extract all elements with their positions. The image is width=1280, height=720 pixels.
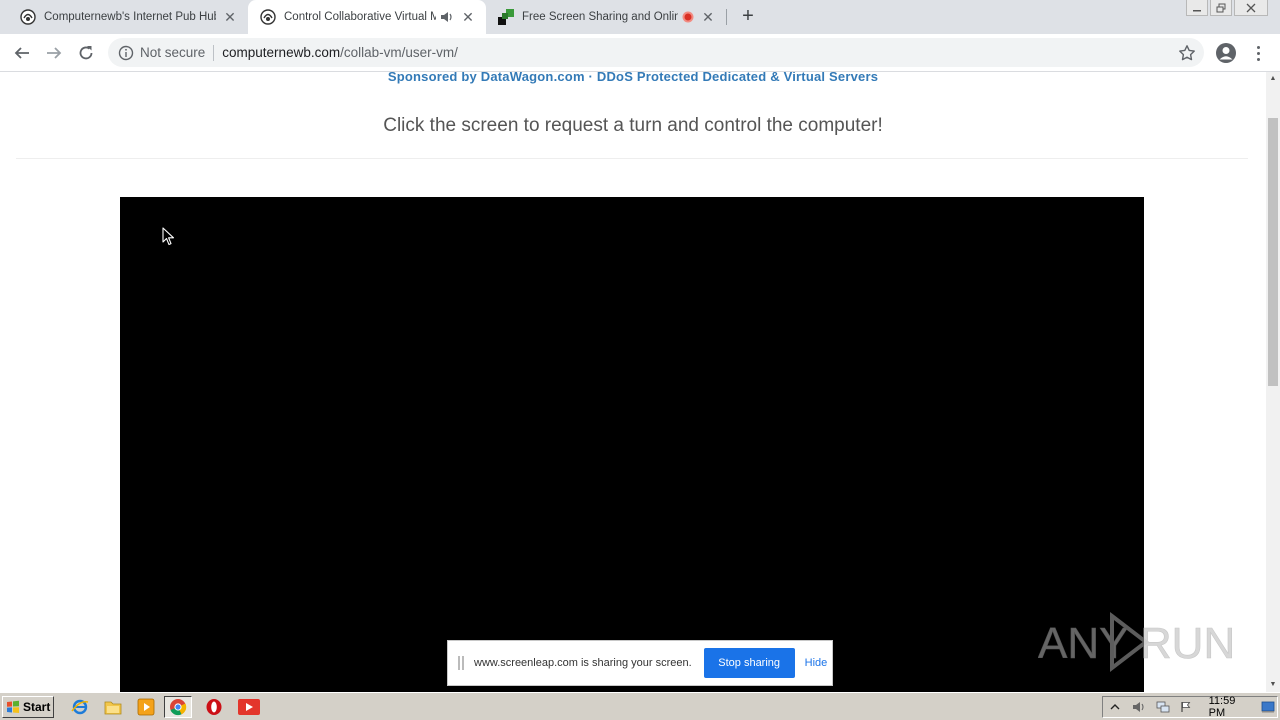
forward-button[interactable] bbox=[42, 41, 66, 65]
speaker-icon[interactable] bbox=[440, 10, 454, 24]
internet-explorer-icon[interactable] bbox=[70, 698, 90, 716]
computernewb-favicon-icon bbox=[20, 9, 36, 25]
restore-button[interactable] bbox=[1210, 0, 1232, 16]
scroll-up-arrow-icon[interactable]: ▲ bbox=[1266, 72, 1280, 86]
windows-logo-icon bbox=[7, 700, 19, 713]
reload-button[interactable] bbox=[74, 41, 98, 65]
sharing-message: www.screenleap.com is sharing your scree… bbox=[474, 657, 692, 669]
new-tab-button[interactable]: + bbox=[736, 5, 760, 29]
sponsor-banner: Sponsored by DataWagon.com · DDoS Protec… bbox=[0, 72, 1266, 84]
url-host: computernewb.com bbox=[222, 45, 341, 60]
tab-screenleap[interactable]: Free Screen Sharing and Online ✕ bbox=[486, 0, 726, 34]
opera-icon[interactable] bbox=[204, 698, 224, 716]
url-path: /collab-vm/user-vm/ bbox=[340, 45, 458, 60]
hide-link[interactable]: Hide bbox=[805, 657, 828, 669]
close-icon[interactable]: ✕ bbox=[222, 9, 238, 25]
windows-taskbar: Start 11:59 PM bbox=[0, 692, 1280, 720]
anyrun-watermark: ANY RUN bbox=[1038, 611, 1236, 673]
web-page: Sponsored by DataWagon.com · DDoS Protec… bbox=[0, 72, 1266, 692]
anyrun-agent-icon[interactable] bbox=[236, 698, 262, 716]
close-icon[interactable]: ✕ bbox=[700, 9, 716, 25]
bookmark-star-icon[interactable] bbox=[1178, 44, 1196, 62]
stop-sharing-button[interactable]: Stop sharing bbox=[703, 648, 795, 678]
vm-display-canvas[interactable] bbox=[120, 197, 1144, 692]
tab-title: Control Collaborative Virtual Ma bbox=[284, 11, 436, 23]
file-explorer-icon[interactable] bbox=[103, 698, 123, 716]
system-tray: 11:59 PM bbox=[1102, 695, 1278, 719]
tab-title: Free Screen Sharing and Online bbox=[522, 11, 678, 23]
address-bar[interactable]: Not secure computernewb.com/collab-vm/us… bbox=[108, 38, 1204, 67]
sponsor-link[interactable]: DataWagon.com bbox=[481, 72, 585, 84]
taskbar-clock[interactable]: 11:59 PM bbox=[1209, 695, 1251, 719]
drag-handle-icon[interactable] bbox=[458, 656, 464, 670]
start-label: Start bbox=[23, 700, 51, 714]
back-arrow-icon bbox=[14, 47, 29, 59]
scroll-down-arrow-icon[interactable]: ▼ bbox=[1266, 678, 1280, 692]
watermark-text: ANY RUN bbox=[1038, 619, 1235, 668]
volume-icon[interactable] bbox=[1132, 700, 1146, 714]
minimize-button[interactable] bbox=[1186, 0, 1208, 16]
address-divider bbox=[213, 44, 215, 61]
recording-icon bbox=[682, 11, 694, 23]
browser-toolbar: Not secure computernewb.com/collab-vm/us… bbox=[0, 34, 1280, 72]
computernewb-favicon-icon bbox=[260, 9, 276, 25]
tab-separator bbox=[726, 9, 727, 25]
turn-instructions: Click the screen to request a turn and c… bbox=[383, 115, 883, 136]
profile-avatar[interactable] bbox=[1214, 41, 1238, 65]
back-button[interactable] bbox=[10, 41, 34, 65]
screen-sharing-bar: www.screenleap.com is sharing your scree… bbox=[447, 640, 833, 686]
window-controls bbox=[1186, 0, 1268, 16]
tab-title: Computernewb's Internet Pub Hub bbox=[44, 11, 216, 23]
show-desktop-icon[interactable] bbox=[1261, 700, 1275, 714]
close-window-button[interactable] bbox=[1234, 0, 1268, 16]
start-button[interactable]: Start bbox=[2, 696, 54, 718]
sponsor-prefix: Sponsored by bbox=[387, 72, 481, 84]
scroll-thumb[interactable] bbox=[1268, 118, 1278, 386]
tab-internet-pub-hub[interactable]: Computernewb's Internet Pub Hub ✕ bbox=[8, 0, 248, 34]
page-scrollbar[interactable]: ▲ ▼ bbox=[1266, 72, 1280, 692]
show-hidden-icons-icon[interactable] bbox=[1109, 700, 1122, 714]
security-label[interactable]: Not secure bbox=[140, 45, 205, 60]
network-icon[interactable] bbox=[1156, 700, 1170, 714]
close-icon[interactable]: ✕ bbox=[460, 9, 476, 25]
sponsor-separator: · bbox=[584, 72, 597, 84]
tab-collab-vm[interactable]: Control Collaborative Virtual Ma ✕ bbox=[248, 0, 486, 34]
browser-menu-button[interactable] bbox=[1248, 41, 1268, 65]
account-icon bbox=[1216, 43, 1236, 63]
forward-arrow-icon bbox=[47, 47, 62, 59]
reload-icon bbox=[79, 46, 93, 60]
info-icon[interactable] bbox=[118, 45, 134, 61]
sponsor-tagline[interactable]: DDoS Protected Dedicated & Virtual Serve… bbox=[597, 72, 878, 84]
chrome-taskbar-icon[interactable] bbox=[164, 696, 192, 718]
tab-strip: Computernewb's Internet Pub Hub ✕ Contro… bbox=[0, 0, 1280, 34]
screenleap-favicon-icon bbox=[498, 9, 514, 25]
media-player-icon[interactable] bbox=[136, 698, 156, 716]
action-center-flag-icon[interactable] bbox=[1180, 700, 1193, 714]
divider bbox=[16, 158, 1248, 159]
mouse-cursor-icon bbox=[162, 227, 175, 246]
